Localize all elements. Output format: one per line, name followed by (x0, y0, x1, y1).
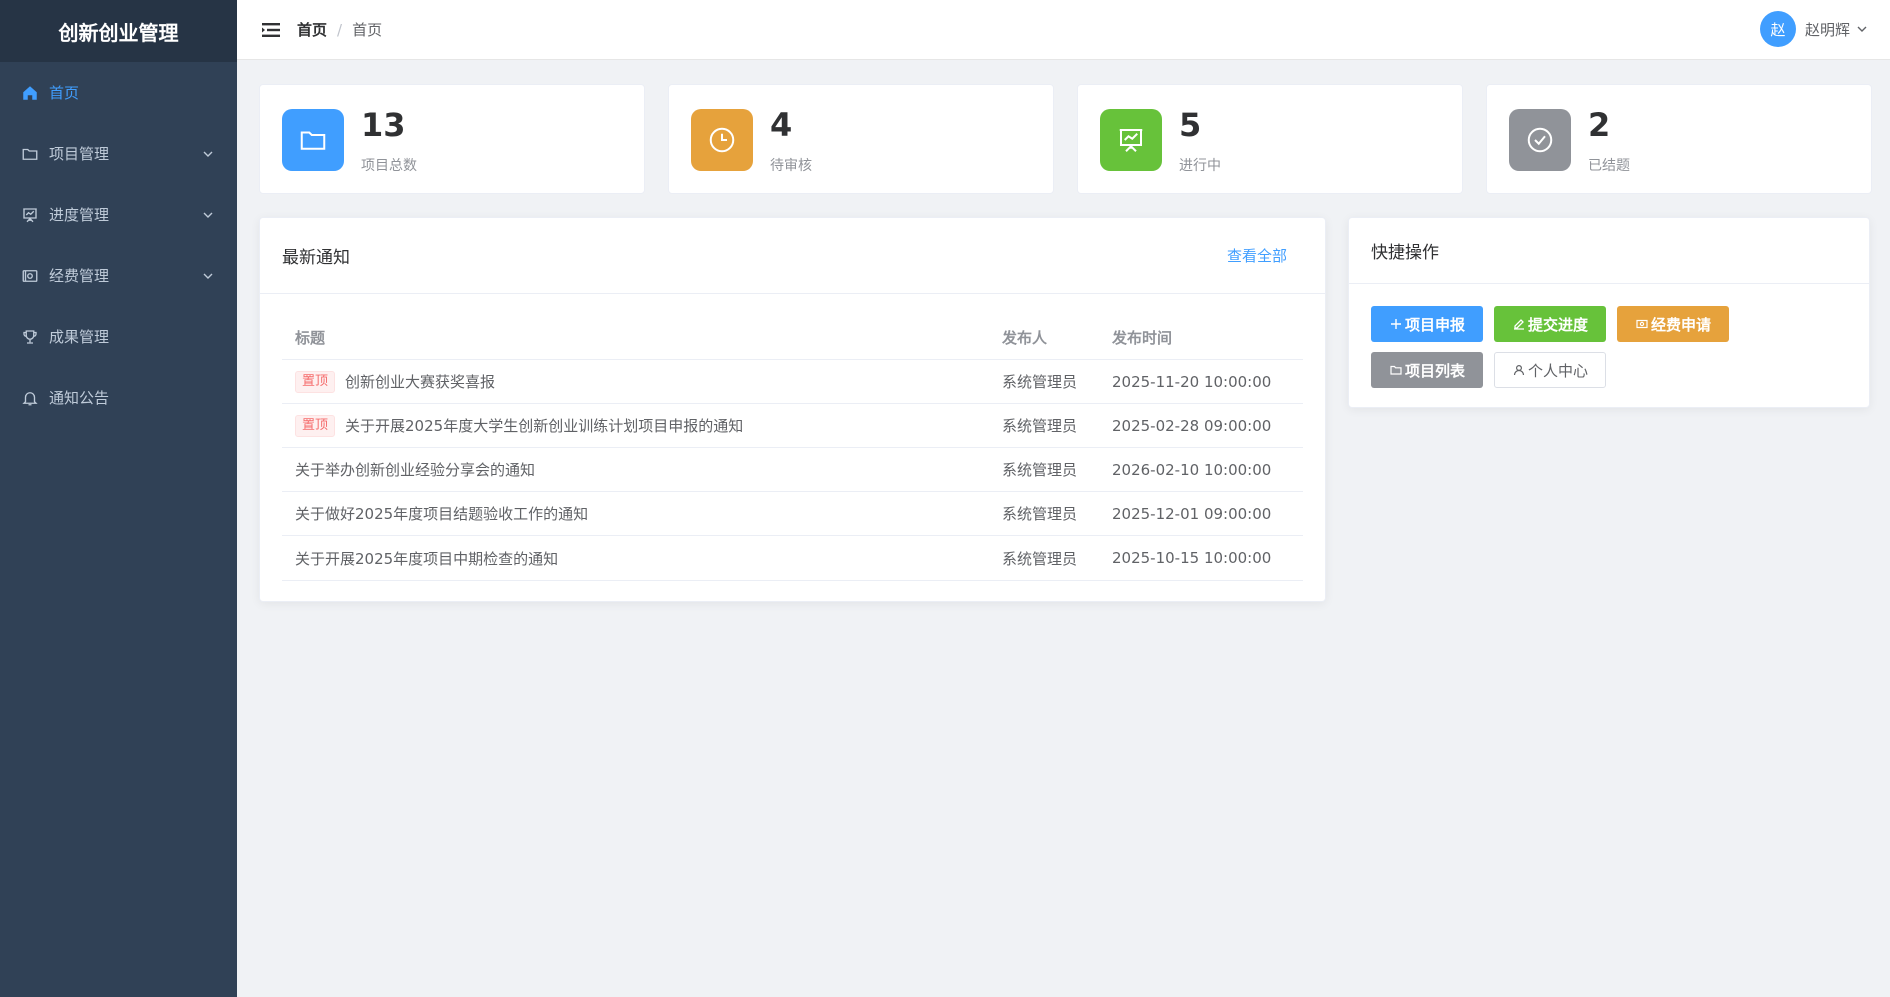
stat-value: 13 (361, 106, 406, 144)
notice-title[interactable]: 创新创业大赛获奖喜报 (345, 371, 495, 392)
chevron-down-icon (1856, 22, 1870, 36)
stat-label: 进行中 (1179, 158, 1221, 174)
presentation-icon (1100, 109, 1162, 171)
notice-publisher: 系统管理员 (1002, 549, 1078, 568)
notice-title[interactable]: 关于开展2025年度大学生创新创业训练计划项目申报的通知 (345, 415, 743, 436)
button-label: 个人中心 (1527, 361, 1588, 380)
notice-time: 2025-02-28 09:00:00 (1112, 416, 1272, 435)
notice-publisher: 系统管理员 (1002, 461, 1078, 479)
user-menu[interactable]: 赵 赵明辉 (1759, 11, 1870, 47)
trophy-icon (20, 327, 40, 347)
button-label: 项目列表 (1404, 361, 1465, 380)
edit-icon (1512, 317, 1526, 331)
button-label: 项目申报 (1404, 315, 1465, 334)
pinned-tag: 置顶 (295, 370, 336, 393)
notice-time: 2025-10-15 10:00:00 (1112, 549, 1272, 567)
stat-card-total-projects: 13 项目总数 (259, 84, 645, 194)
sidebar-item-project-management[interactable]: 项目管理 (0, 123, 237, 184)
folder-icon (20, 144, 40, 164)
table-row[interactable]: 关于开展2025年度项目中期检查的通知 系统管理员 2025-10-15 10:… (282, 536, 1303, 580)
column-header-time: 发布时间 (1112, 329, 1173, 347)
notice-publisher: 系统管理员 (1002, 417, 1078, 435)
notice-title[interactable]: 关于做好2025年度项目结题验收工作的通知 (295, 503, 588, 524)
notice-time: 2026-02-10 10:00:00 (1112, 460, 1272, 479)
notices-table: 标题 发布人 发布时间 置顶 创新创业大赛获奖喜报 系统管理员 2025-11-… (282, 316, 1303, 581)
stat-value: 2 (1588, 106, 1611, 144)
user-name: 赵明辉 (1804, 20, 1850, 39)
column-header-title: 标题 (295, 329, 326, 347)
stat-card-completed: 2 已结题 (1486, 84, 1872, 194)
plus-icon (1389, 317, 1403, 331)
breadcrumb: 首页 / 首页 (297, 19, 382, 40)
stat-value: 4 (770, 106, 793, 144)
table-row[interactable]: 关于举办创新创业经验分享会的通知 系统管理员 2026-02-10 10:00:… (282, 448, 1303, 492)
project-apply-button[interactable]: 项目申报 (1371, 306, 1483, 342)
clock-icon (691, 109, 753, 171)
money-icon (1635, 317, 1649, 331)
sidebar-item-funding-management[interactable]: 经费管理 (0, 245, 237, 306)
button-label: 经费申请 (1650, 315, 1711, 334)
table-row[interactable]: 置顶 创新创业大赛获奖喜报 系统管理员 2025-11-20 10:00:00 (282, 360, 1303, 404)
bell-icon (20, 388, 40, 408)
home-icon (20, 83, 40, 103)
sidebar-item-progress-management[interactable]: 进度管理 (0, 184, 237, 245)
view-all-link[interactable]: 查看全部 (1227, 245, 1287, 266)
funding-apply-button[interactable]: 经费申请 (1617, 306, 1729, 342)
quick-actions-panel: 快捷操作 项目申报 提交进度 经费申请 项目列表 个人中心 (1348, 217, 1870, 408)
sidebar-item-label: 成果管理 (49, 328, 110, 346)
table-row[interactable]: 置顶 关于开展2025年度大学生创新创业训练计划项目申报的通知 系统管理员 20… (282, 404, 1303, 448)
notice-title[interactable]: 关于举办创新创业经验分享会的通知 (295, 459, 535, 480)
notice-publisher: 系统管理员 (1002, 505, 1078, 523)
stat-card-pending-review: 4 待审核 (668, 84, 1054, 194)
sidebar-item-achievement-management[interactable]: 成果管理 (0, 306, 237, 367)
avatar: 赵 (1759, 11, 1796, 47)
folder-icon (1389, 363, 1403, 377)
money-icon (20, 266, 40, 286)
project-list-button[interactable]: 项目列表 (1371, 352, 1483, 388)
user-icon (1512, 363, 1526, 377)
menu-toggle-icon[interactable] (261, 20, 281, 40)
breadcrumb-separator: / (337, 20, 343, 39)
personal-center-button[interactable]: 个人中心 (1494, 352, 1606, 388)
sidebar-item-home[interactable]: 首页 (0, 62, 237, 123)
sidebar-item-label: 项目管理 (49, 145, 110, 163)
notice-publisher: 系统管理员 (1002, 373, 1078, 391)
stat-card-in-progress: 5 进行中 (1077, 84, 1463, 194)
notice-time: 2025-11-20 10:00:00 (1112, 372, 1272, 391)
stat-label: 已结题 (1588, 158, 1630, 174)
panel-header: 快捷操作 (1349, 218, 1869, 284)
stat-label: 待审核 (770, 158, 812, 174)
presentation-icon (20, 205, 40, 225)
stat-value: 5 (1179, 106, 1202, 144)
sidebar-item-label: 首页 (49, 84, 80, 102)
table-header-row: 标题 发布人 发布时间 (282, 316, 1303, 360)
sidebar-item-label: 通知公告 (49, 389, 110, 407)
panel-header: 最新通知 查看全部 (260, 218, 1325, 294)
chevron-down-icon (201, 147, 215, 161)
panel-title: 快捷操作 (1371, 243, 1439, 263)
app-logo: 创新创业管理 (0, 0, 237, 62)
table-row[interactable]: 关于做好2025年度项目结题验收工作的通知 系统管理员 2025-12-01 0… (282, 492, 1303, 536)
column-header-publisher: 发布人 (1002, 329, 1048, 347)
chevron-down-icon (201, 208, 215, 222)
pinned-tag: 置顶 (295, 414, 336, 437)
sidebar-item-label: 进度管理 (49, 206, 110, 224)
folder-icon (282, 109, 344, 171)
breadcrumb-item[interactable]: 首页 (297, 19, 327, 40)
latest-notices-panel: 最新通知 查看全部 标题 发布人 发布时间 置顶 创新创业大赛获奖喜报 系统管理… (259, 217, 1326, 602)
notice-title[interactable]: 关于开展2025年度项目中期检查的通知 (295, 548, 558, 569)
panel-title: 最新通知 (282, 248, 350, 268)
stat-label: 项目总数 (361, 158, 417, 174)
button-label: 提交进度 (1527, 315, 1588, 334)
sidebar-item-label: 经费管理 (49, 267, 110, 285)
submit-progress-button[interactable]: 提交进度 (1494, 306, 1606, 342)
notice-time: 2025-12-01 09:00:00 (1112, 504, 1272, 523)
sidebar: 创新创业管理 首页 项目管理 进度管理 经费管理 成果管理 通知公告 (0, 0, 237, 997)
sidebar-item-announcements[interactable]: 通知公告 (0, 367, 237, 428)
check-circle-icon (1509, 109, 1571, 171)
top-header: 首页 / 首页 赵 赵明辉 (237, 0, 1890, 60)
chevron-down-icon (201, 269, 215, 283)
breadcrumb-current: 首页 (352, 21, 383, 39)
